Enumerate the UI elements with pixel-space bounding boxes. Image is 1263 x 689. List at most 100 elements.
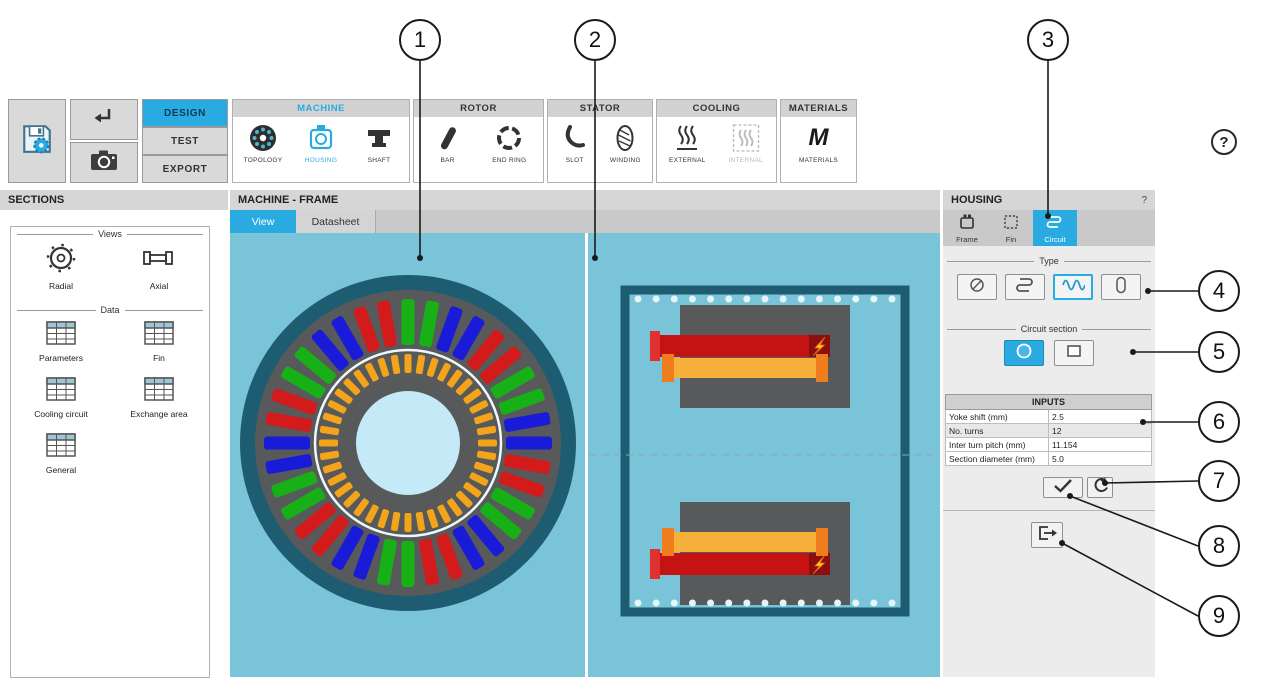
type-wave-button[interactable]	[1053, 274, 1093, 300]
circuit-icon	[1046, 213, 1064, 233]
slot-button[interactable]: SLOT	[551, 120, 599, 164]
back-arrow-icon	[92, 105, 116, 134]
ribbon-item-label: SLOT	[566, 157, 584, 164]
sidebar-item-label: Radial	[49, 281, 73, 291]
input-value[interactable]: 2.5	[1049, 410, 1152, 424]
winding-button[interactable]: WINDING	[601, 120, 649, 164]
tab-label: Circuit	[1044, 235, 1065, 244]
undo-icon	[1091, 477, 1109, 498]
callout-3: 3	[1027, 19, 1069, 61]
ribbon-item-label: WINDING	[610, 157, 641, 164]
axial-view-icon	[142, 243, 176, 278]
back-arrow-button[interactable]	[70, 99, 138, 140]
camera-icon	[90, 149, 118, 176]
ribbon-group-rotor: ROTOR BAR END RING	[413, 99, 544, 183]
sections-panel: SECTIONS Views Radial	[0, 190, 228, 677]
end-ring-icon	[494, 120, 524, 156]
ribbon-group-materials: MATERIALS M MATERIALS	[780, 99, 857, 183]
housing-help-icon[interactable]: ?	[1141, 195, 1147, 206]
sidebar-item-general[interactable]: General	[13, 433, 109, 475]
tab-circuit[interactable]: Circuit	[1033, 210, 1077, 246]
radial-view-icon	[46, 243, 76, 278]
frame-icon	[958, 213, 976, 233]
design-mode-button[interactable]: DESIGN	[142, 99, 228, 127]
tab-label: Frame	[956, 235, 978, 244]
table-icon	[144, 321, 174, 350]
input-label: Inter turn pitch (mm)	[946, 438, 1049, 452]
ribbon-group-title: STATOR	[548, 100, 652, 117]
input-label: Yoke shift (mm)	[946, 410, 1049, 424]
radial-view-canvas[interactable]	[230, 233, 585, 677]
housing-panel: HOUSING ? Frame Fin	[943, 190, 1155, 677]
bar-button[interactable]: BAR	[420, 120, 476, 164]
materials-icon: M	[809, 120, 829, 156]
winding-icon	[610, 120, 640, 156]
data-group-label: Data	[17, 305, 203, 315]
sidebar-item-label: Fin	[153, 353, 165, 363]
housing-tab-bar: Frame Fin Circuit	[943, 210, 1155, 246]
export-mode-button[interactable]: EXPORT	[142, 155, 228, 183]
tab-view[interactable]: View	[230, 210, 296, 233]
ribbon-item-label: HOUSING	[305, 157, 337, 164]
export-button[interactable]	[1031, 522, 1063, 548]
sidebar-item-parameters[interactable]: Parameters	[13, 321, 109, 363]
tab-frame[interactable]: Frame	[945, 210, 989, 246]
axial-view-canvas[interactable]	[588, 233, 940, 677]
section-rectangle-button[interactable]	[1054, 340, 1094, 366]
table-row: Yoke shift (mm) 2.5	[946, 410, 1152, 424]
table-row: Section diameter (mm) 5.0	[946, 452, 1152, 466]
ribbon-group-cooling: COOLING EXTERNAL INTERNAL	[656, 99, 777, 183]
sidebar-item-radial[interactable]: Radial	[13, 243, 109, 291]
tab-fin[interactable]: Fin	[989, 210, 1033, 246]
sidebar-item-exchange-area[interactable]: Exchange area	[111, 377, 207, 419]
type-none-button[interactable]	[957, 274, 997, 300]
materials-button[interactable]: M MATERIALS	[787, 120, 851, 164]
test-mode-button[interactable]: TEST	[142, 127, 228, 155]
sidebar-item-label: Exchange area	[130, 409, 187, 419]
inputs-table: INPUTS Yoke shift (mm) 2.5 No. turns 12 …	[945, 394, 1152, 466]
slot-icon	[560, 120, 590, 156]
external-cooling-button[interactable]: EXTERNAL	[659, 120, 715, 164]
wave-icon	[1061, 276, 1085, 299]
capsule-icon	[1110, 276, 1132, 299]
ribbon-group-title: ROTOR	[414, 100, 543, 117]
reset-button[interactable]	[1087, 477, 1113, 498]
apply-button[interactable]	[1043, 477, 1083, 498]
table-icon	[46, 321, 76, 350]
views-group-label: Views	[17, 229, 203, 239]
fin-icon	[1002, 213, 1020, 233]
input-value[interactable]: 11.154	[1049, 438, 1152, 452]
serpentine-icon	[1014, 276, 1036, 299]
sidebar-item-axial[interactable]: Axial	[111, 243, 207, 291]
housing-button[interactable]: HOUSING	[293, 120, 349, 164]
type-capsule-button[interactable]	[1101, 274, 1141, 300]
sidebar-item-fin[interactable]: Fin	[111, 321, 207, 363]
circle-section-icon	[1014, 341, 1034, 366]
sections-box: Views Radial	[10, 226, 210, 678]
section-circle-button[interactable]	[1004, 340, 1044, 366]
type-axial-button[interactable]	[1005, 274, 1045, 300]
input-value[interactable]: 12	[1049, 424, 1152, 438]
tab-datasheet[interactable]: Datasheet	[296, 210, 376, 233]
internal-cooling-button: INTERNAL	[718, 120, 774, 164]
housing-panel-title: HOUSING	[951, 194, 1002, 206]
app-window: 1 2 3 4 5 6 7 8 9	[0, 0, 1263, 689]
callout-2: 2	[574, 19, 616, 61]
topology-button[interactable]: TOPOLOGY	[235, 120, 291, 164]
sidebar-item-label: General	[46, 465, 76, 475]
screenshot-button[interactable]	[70, 142, 138, 183]
main-panel-title: MACHINE - FRAME	[230, 190, 940, 210]
internal-cooling-icon	[731, 120, 761, 156]
type-group-label: Type	[947, 256, 1151, 266]
circuit-section-group-label: Circuit section	[947, 324, 1151, 334]
callout-5: 5	[1198, 331, 1240, 373]
end-ring-button[interactable]: END RING	[481, 120, 537, 164]
input-value[interactable]: 5.0	[1049, 452, 1152, 466]
save-button[interactable]	[8, 99, 66, 183]
ribbon-item-label: SHAFT	[368, 157, 391, 164]
shaft-button[interactable]: SHAFT	[351, 120, 407, 164]
ribbon-item-label: MATERIALS	[799, 157, 838, 164]
help-button[interactable]: ?	[1211, 129, 1237, 155]
sidebar-item-cooling-circuit[interactable]: Cooling circuit	[13, 377, 109, 419]
sections-panel-title: SECTIONS	[0, 190, 228, 210]
